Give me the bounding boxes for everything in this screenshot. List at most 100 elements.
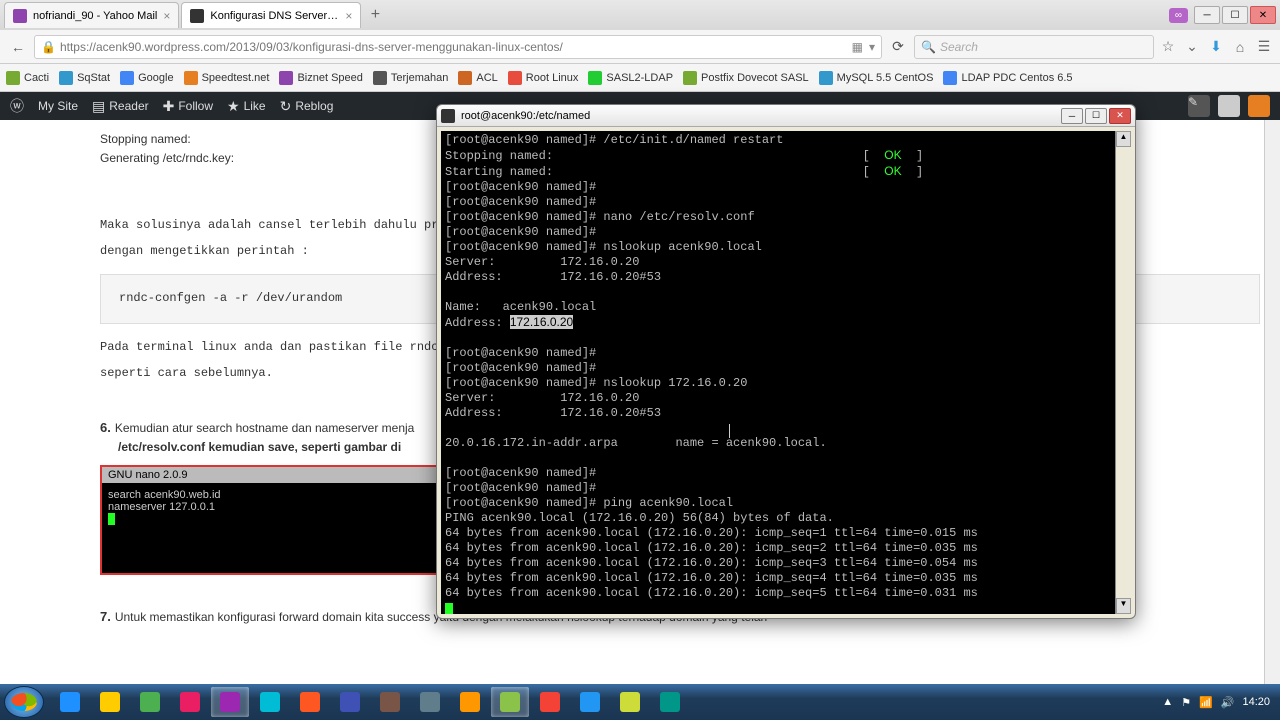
bookmark-item[interactable]: SASL2-LDAP [588, 71, 673, 85]
scroll-up-icon[interactable]: ▲ [1116, 131, 1131, 147]
terminal-output: [root@acenk90 named]# /etc/init.d/named … [441, 131, 1131, 614]
taskbar-app[interactable] [571, 687, 609, 717]
wp-like[interactable]: ★Like [227, 98, 266, 115]
windows-taskbar: ▲ ⚑ 📶 🔊 14:20 [0, 684, 1280, 720]
tray-flag-icon[interactable]: ⚑ [1181, 696, 1191, 709]
taskbar-app[interactable] [411, 687, 449, 717]
downloads-icon[interactable]: ⬇ [1206, 37, 1226, 57]
taskbar-app[interactable] [171, 687, 209, 717]
taskbar-app[interactable] [131, 687, 169, 717]
url-text: https://acenk90.wordpress.com/2013/09/03… [60, 40, 563, 54]
bookmark-label: MySQL 5.5 CentOS [837, 72, 934, 84]
wp-avatar-icon[interactable] [1248, 95, 1270, 117]
bookmark-item[interactable]: Speedtest.net [184, 71, 270, 85]
tab-wordpress-article[interactable]: Konfigurasi DNS Server Pa... × [181, 2, 361, 28]
start-button[interactable] [4, 686, 44, 718]
bookmark-item[interactable]: MySQL 5.5 CentOS [819, 71, 934, 85]
taskbar-app[interactable] [331, 687, 369, 717]
bookmark-favicon-icon [943, 71, 957, 85]
app-icon [500, 692, 520, 712]
bookmark-label: Biznet Speed [297, 72, 362, 84]
tray-network-icon[interactable]: 📶 [1199, 696, 1213, 709]
close-icon[interactable]: × [345, 9, 352, 23]
search-box[interactable]: 🔍 Search [914, 35, 1154, 59]
taskbar-app[interactable] [491, 687, 529, 717]
app-icon [100, 692, 120, 712]
scroll-down-icon[interactable]: ▼ [1116, 598, 1131, 614]
app-icon [380, 692, 400, 712]
terminal-scrollbar[interactable]: ▲ ▼ [1115, 131, 1131, 614]
bookmark-item[interactable]: Terjemahan [373, 71, 448, 85]
minimize-button[interactable]: ─ [1194, 6, 1220, 24]
close-window-button[interactable]: ✕ [1250, 6, 1276, 24]
app-icon [260, 692, 280, 712]
wp-reblog[interactable]: ↻Reblog [280, 98, 334, 115]
page-scrollbar[interactable] [1264, 120, 1280, 684]
putty-window[interactable]: root@acenk90:/etc/named ─ ☐ ✕ [root@acen… [436, 104, 1136, 619]
taskbar-app[interactable] [611, 687, 649, 717]
tab-label: nofriandi_90 - Yahoo Mail [33, 10, 157, 22]
app-icon [460, 692, 480, 712]
wp-notifications-icon[interactable] [1218, 95, 1240, 117]
reader-mode-icon[interactable]: ▦ [852, 40, 863, 54]
taskbar-app[interactable] [531, 687, 569, 717]
lock-icon: 🔒 [41, 40, 56, 54]
bookmark-favicon-icon [6, 71, 20, 85]
dropdown-icon[interactable]: ▾ [869, 40, 875, 54]
wp-my-site[interactable]: My Site [38, 99, 78, 113]
tray-arrow-icon[interactable]: ▲ [1162, 696, 1173, 708]
taskbar-app[interactable] [291, 687, 329, 717]
wp-logo-icon[interactable]: ⓦ [10, 96, 24, 116]
bookmark-item[interactable]: ACL [458, 71, 497, 85]
bookmark-favicon-icon [683, 71, 697, 85]
bookmark-item[interactable]: Cacti [6, 71, 49, 85]
taskbar-app[interactable] [251, 687, 289, 717]
putty-close-button[interactable]: ✕ [1109, 108, 1131, 124]
bookmark-item[interactable]: Biznet Speed [279, 71, 362, 85]
favicon-icon [13, 9, 27, 23]
back-button[interactable]: ← [6, 35, 30, 59]
putty-minimize-button[interactable]: ─ [1061, 108, 1083, 124]
maximize-button[interactable]: ☐ [1222, 6, 1248, 24]
bookmark-label: Postfix Dovecot SASL [701, 72, 809, 84]
home-icon[interactable]: ⌂ [1230, 37, 1250, 57]
bookmark-item[interactable]: Google [120, 71, 173, 85]
pocket-icon[interactable]: ⌄ [1182, 37, 1202, 57]
system-tray[interactable]: ▲ ⚑ 📶 🔊 14:20 [1162, 696, 1276, 709]
extension-badge[interactable]: ∞ [1169, 8, 1188, 23]
menu-icon[interactable]: ☰ [1254, 37, 1274, 57]
tab-yahoo-mail[interactable]: nofriandi_90 - Yahoo Mail × [4, 2, 179, 28]
close-icon[interactable]: × [163, 9, 170, 23]
url-bar[interactable]: 🔒 https://acenk90.wordpress.com/2013/09/… [34, 35, 882, 59]
taskbar-clock[interactable]: 14:20 [1242, 696, 1270, 708]
bookmark-label: Terjemahan [391, 72, 448, 84]
bookmark-item[interactable]: Postfix Dovecot SASL [683, 71, 809, 85]
wp-write-button[interactable]: ✎ [1188, 95, 1210, 117]
putty-maximize-button[interactable]: ☐ [1085, 108, 1107, 124]
app-icon [180, 692, 200, 712]
bookmark-item[interactable]: SqStat [59, 71, 110, 85]
taskbar-app[interactable] [51, 687, 89, 717]
app-icon [580, 692, 600, 712]
bookmark-item[interactable]: Root Linux [508, 71, 579, 85]
taskbar-app[interactable] [371, 687, 409, 717]
taskbar-app[interactable] [651, 687, 689, 717]
bookmark-item[interactable]: LDAP PDC Centos 6.5 [943, 71, 1072, 85]
taskbar-app[interactable] [211, 687, 249, 717]
wp-reader[interactable]: ▤Reader [92, 98, 149, 115]
terminal-viewport[interactable]: [root@acenk90 named]# /etc/init.d/named … [441, 131, 1131, 614]
bookmark-favicon-icon [120, 71, 134, 85]
taskbar-app[interactable] [451, 687, 489, 717]
tray-volume-icon[interactable]: 🔊 [1221, 696, 1235, 709]
taskbar-app[interactable] [91, 687, 129, 717]
app-icon [340, 692, 360, 712]
reload-button[interactable]: ⟳ [886, 35, 910, 59]
putty-titlebar[interactable]: root@acenk90:/etc/named ─ ☐ ✕ [437, 105, 1135, 127]
wp-follow[interactable]: ✚Follow [163, 98, 213, 115]
bookmark-favicon-icon [373, 71, 387, 85]
new-tab-button[interactable]: + [363, 3, 387, 27]
putty-title-text: root@acenk90:/etc/named [461, 110, 590, 122]
app-icon [660, 692, 680, 712]
browser-tab-strip: nofriandi_90 - Yahoo Mail × Konfigurasi … [0, 0, 1280, 30]
bookmark-star-icon[interactable]: ☆ [1158, 37, 1178, 57]
